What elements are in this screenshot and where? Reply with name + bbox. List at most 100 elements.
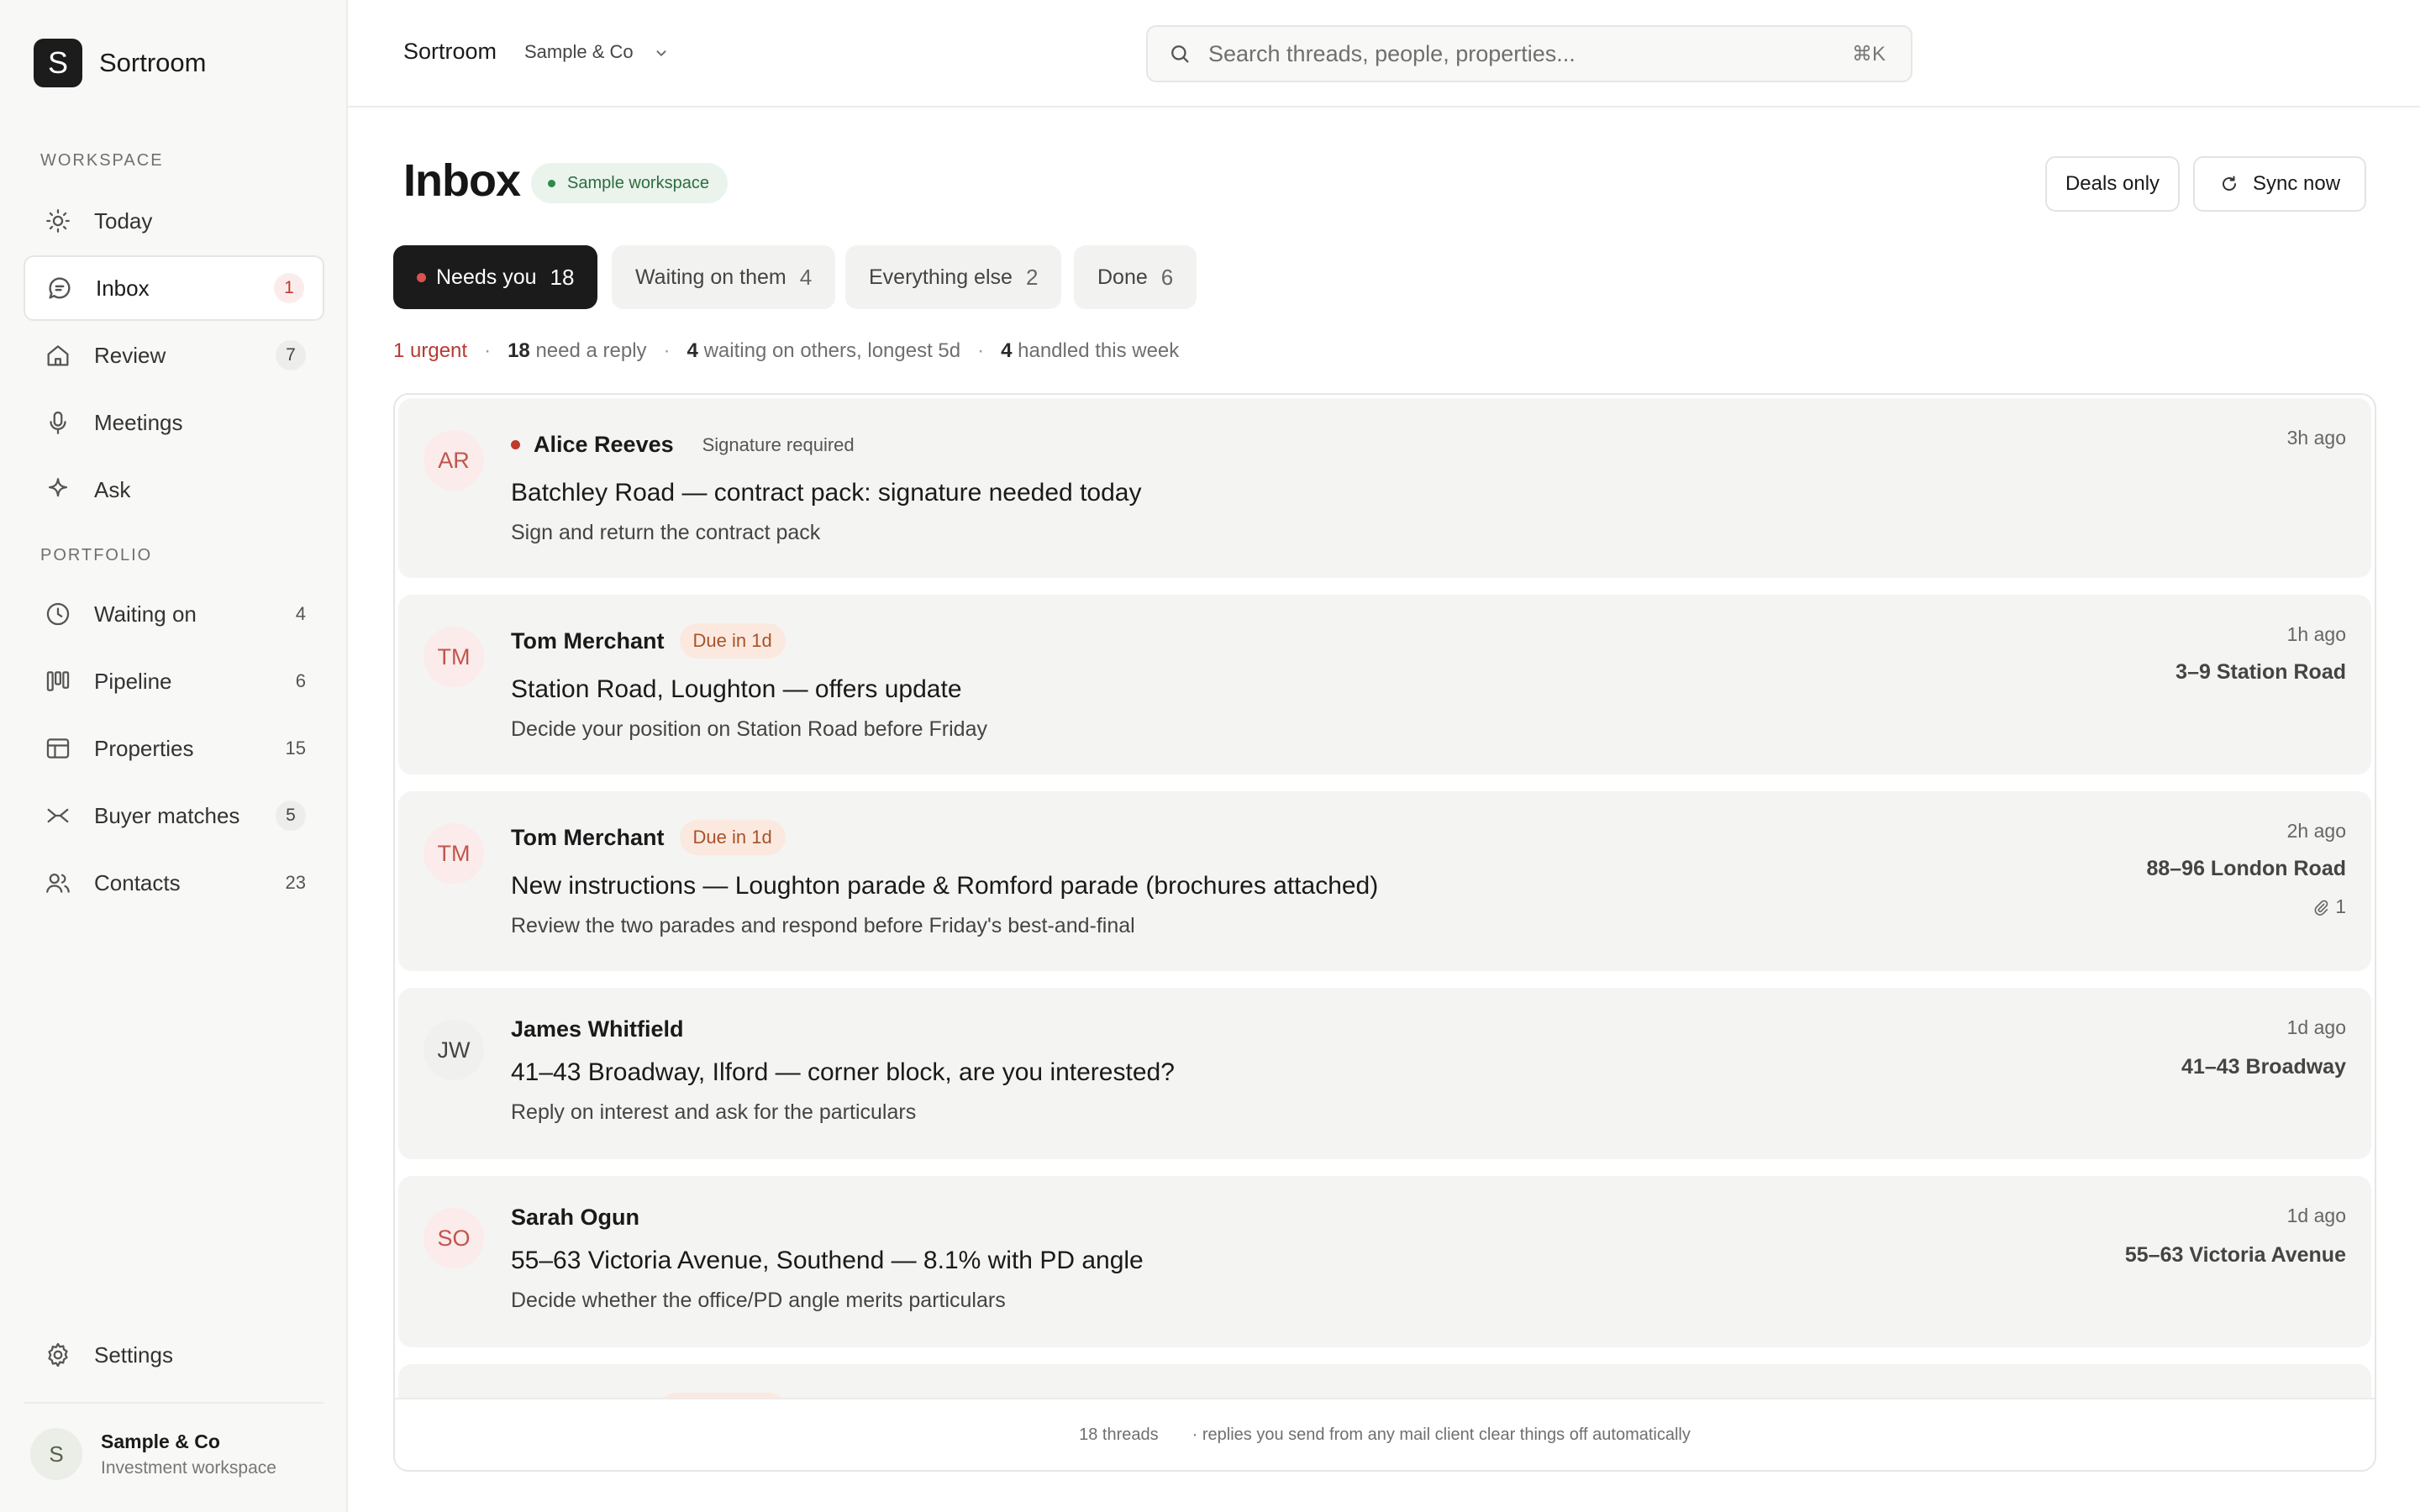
workspace-section-label: WORKSPACE [40, 151, 164, 170]
brand[interactable]: S Sortroom [34, 39, 206, 87]
thread-property[interactable]: 3–9 Station Road [2175, 660, 2346, 685]
tab-waiting-on-them[interactable]: Waiting on them 4 [612, 245, 836, 309]
sidebar-item-contacts[interactable]: Contacts 23 [24, 850, 324, 916]
gear-icon [48, 1342, 68, 1368]
thread-row[interactable]: JW James Whitfield 41–43 Broadway, Ilfor… [398, 988, 2371, 1159]
thread-title: Batchley Road — contract pack: signature… [511, 479, 1142, 507]
buyer-matches-count-badge: 5 [276, 801, 306, 831]
brand-logo: S [34, 39, 82, 87]
paperclip-icon [2314, 900, 2328, 916]
tab-needs-you[interactable]: Needs you 18 [393, 245, 598, 309]
sidebar-item-label: Today [94, 207, 153, 234]
sidebar-item-label: Properties [94, 735, 194, 761]
sync-now-label: Sync now [2252, 172, 2341, 195]
tab-label: Needs you [436, 265, 537, 289]
urgent-dot [511, 440, 520, 449]
thread-title: Station Road, Loughton — offers update [511, 675, 962, 703]
summary-handled-text: handled this week [1018, 339, 1180, 362]
portfolio-section-label: PORTFOLIO [40, 546, 153, 564]
thread-row[interactable]: TM Tom Merchant Due in 1d New instructio… [398, 791, 2371, 971]
sidebar-item-settings[interactable]: Settings [24, 1322, 324, 1388]
thread-tag: Signature required [702, 433, 855, 455]
list-footer: 18 threads · replies you send from any m… [395, 1398, 2375, 1470]
thread-row[interactable]: AR Alice Reeves Signature required Batch… [398, 398, 2371, 578]
sidebar-item-label: Waiting on [94, 601, 197, 627]
sidebar-item-review[interactable]: Review 7 [24, 323, 324, 388]
thread-property[interactable]: 55–63 Victoria Avenue [2125, 1243, 2346, 1268]
attachment-indicator: 1 [2312, 895, 2346, 918]
search-shortcut: ⌘K [1851, 42, 1886, 66]
avatar: AR [424, 430, 484, 491]
sync-now-button[interactable]: Sync now [2193, 156, 2366, 212]
chevron-down-icon[interactable] [652, 44, 671, 62]
workspace-badge: Sample workspace [531, 163, 728, 203]
sidebar-item-label: Settings [94, 1341, 173, 1368]
sender-name: James Whitfield [511, 1016, 684, 1042]
avatar: S [30, 1428, 82, 1480]
thread-row[interactable]: TM Tom Merchant Due in 1d Station Road, … [398, 595, 2371, 774]
avatar: SO [424, 1208, 484, 1268]
thread-subtitle: Decide whether the office/PD angle merit… [511, 1289, 1006, 1312]
deals-only-button[interactable]: Deals only [2045, 156, 2180, 212]
sun-icon [46, 209, 70, 233]
tab-label: Everything else [869, 265, 1013, 289]
sidebar-item-ask[interactable]: Ask [24, 457, 324, 522]
summary-reply-count: 18 [508, 339, 530, 362]
thread-header: Tom Merchant Due in 1d [511, 820, 786, 855]
breadcrumb-org[interactable]: Sample & Co [524, 41, 634, 63]
review-count-badge: 7 [276, 340, 306, 370]
thread-header: James Whitfield [511, 1016, 684, 1042]
summary-waiting-text: waiting on others, longest 5d [703, 339, 961, 362]
sidebar-item-label: Inbox [96, 275, 150, 301]
sidebar-item-buyer-matches[interactable]: Buyer matches 5 [24, 783, 324, 848]
thread-time: 1d ago [2286, 1016, 2346, 1038]
sidebar-item-label: Meetings [94, 409, 183, 435]
sidebar-item-inbox[interactable]: Inbox 1 [24, 255, 324, 321]
sidebar-item-waiting-on[interactable]: Waiting on 4 [24, 581, 324, 647]
thread-subtitle: Review the two parades and respond befor… [511, 914, 1135, 937]
thread-property[interactable]: 88–96 London Road [2146, 857, 2346, 881]
account-switcher[interactable]: S Sample & Co Investment workspace [30, 1428, 276, 1480]
thread-row[interactable]: SO Sarah Ogun 55–63 Victoria Avenue, Sou… [398, 1176, 2371, 1347]
avatar: TM [424, 823, 484, 884]
sidebar-item-today[interactable]: Today [24, 188, 324, 254]
sidebar-item-meetings[interactable]: Meetings [24, 390, 324, 455]
waiting-on-count: 4 [295, 603, 306, 624]
inbox-summary: 1 urgent · 18 need a reply · 4 waiting o… [393, 339, 1179, 363]
inbox-count-badge: 1 [274, 273, 304, 303]
tab-count: 4 [799, 264, 813, 290]
thread-title: 55–63 Victoria Avenue, Southend — 8.1% w… [511, 1247, 1144, 1274]
sender-name: Sarah Ogun [511, 1205, 640, 1230]
clock-icon [46, 602, 70, 626]
sender-name: Alice Reeves [534, 432, 674, 457]
search-placeholder: Search threads, people, properties... [1208, 40, 1576, 66]
page-title: Inbox [403, 155, 521, 206]
tab-done[interactable]: Done 6 [1074, 245, 1197, 309]
match-icon [47, 808, 69, 823]
thread-title: New instructions — Loughton parade & Rom… [511, 872, 1379, 900]
workspace-badge-label: Sample workspace [567, 173, 709, 192]
chat-icon [49, 277, 71, 299]
brand-name: Sortroom [99, 48, 207, 77]
search-input[interactable]: Search threads, people, properties... ⌘K [1146, 25, 1912, 82]
thread-property[interactable]: 41–43 Broadway [2181, 1055, 2346, 1079]
properties-count: 15 [285, 738, 306, 759]
urgent-dot [417, 272, 426, 282]
summary-urgent[interactable]: 1 urgent [393, 339, 467, 363]
sidebar: S Sortroom WORKSPACE Today Inbox 1 Revie… [0, 0, 348, 1512]
sidebar-item-pipeline[interactable]: Pipeline 6 [24, 648, 324, 714]
thread-header: Alice Reeves Signature required [511, 432, 855, 458]
account-name: Sample & Co [101, 1430, 220, 1452]
due-badge: Due in 1d [679, 820, 786, 855]
breadcrumb-app[interactable]: Sortroom [403, 39, 497, 65]
thread-header: Sarah Ogun [511, 1205, 639, 1231]
summary-separator: · [484, 339, 492, 362]
thread-time: 3h ago [2286, 427, 2346, 449]
sidebar-divider [24, 1402, 324, 1404]
tab-everything-else[interactable]: Everything else 2 [845, 245, 1062, 309]
summary-reply-text: need a reply [535, 339, 647, 362]
footer-note: · replies you send from any mail client … [1192, 1425, 1691, 1444]
sidebar-item-properties[interactable]: Properties 15 [24, 716, 324, 781]
status-dot [548, 179, 555, 187]
thread-time: 2h ago [2286, 820, 2346, 842]
